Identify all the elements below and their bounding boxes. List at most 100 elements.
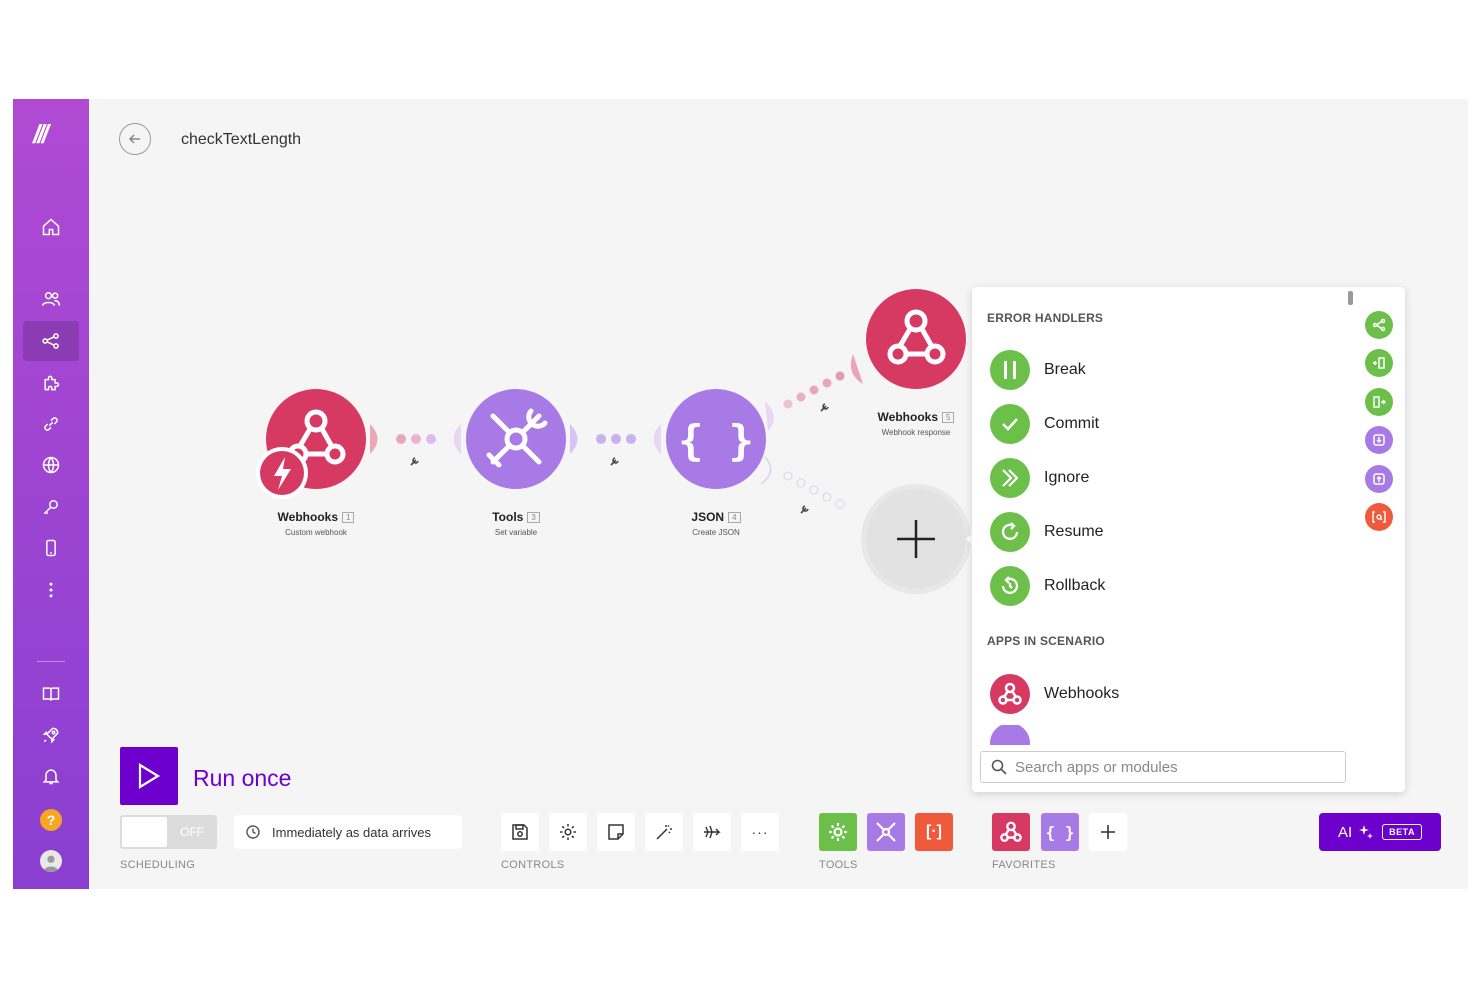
module-label: Tools 3 [436, 510, 596, 524]
module-number: 3 [527, 512, 540, 524]
app-webhooks[interactable]: Webhooks [990, 674, 1330, 714]
panel-scrollbar[interactable] [1348, 291, 1353, 305]
connector-handle-1 [370, 424, 378, 454]
clock-icon [246, 825, 260, 839]
connector-handle-4 [653, 424, 661, 454]
magic-wand-icon [656, 824, 672, 840]
connector-dot [783, 471, 793, 481]
module-number: 1 [342, 512, 355, 524]
favorite-json-button[interactable]: { } [1041, 813, 1079, 851]
connector-dot [396, 434, 406, 444]
module-picker-panel: ERROR HANDLERS Break Commit Ignore Resum… [972, 287, 1405, 792]
connector-dot [796, 392, 806, 402]
handler-label: Rollback [1044, 577, 1106, 594]
import-icon[interactable] [1365, 426, 1393, 454]
module-name: JSON [691, 510, 725, 524]
text-parser-icon[interactable] [1365, 503, 1393, 531]
module-subtitle: Custom webhook [285, 528, 347, 537]
insert-right-icon[interactable] [1365, 388, 1393, 416]
pause-icon [990, 350, 1030, 390]
webhook-icon [1000, 821, 1022, 842]
search-input[interactable] [1015, 758, 1315, 776]
handler-label: Commit [1044, 415, 1100, 432]
module-webhooks-1[interactable] [256, 389, 366, 499]
wrench-icon[interactable] [800, 505, 809, 514]
connector-dot [835, 499, 845, 509]
run-once-label[interactable]: Run once [193, 765, 291, 792]
handler-ignore[interactable]: Ignore [990, 458, 1330, 498]
undo-icon [990, 566, 1030, 606]
brackets-icon: [·] [926, 823, 942, 840]
notes-button[interactable] [597, 813, 635, 851]
connector-dot [822, 378, 832, 388]
explain-flow-button[interactable] [693, 813, 731, 851]
connector-dot [611, 434, 621, 444]
airplane-icon [704, 825, 721, 839]
braces-icon [990, 725, 1030, 745]
settings-button[interactable] [549, 813, 587, 851]
connector-dot [796, 478, 806, 488]
app-label: Webhooks [1044, 685, 1120, 702]
flow-control-button[interactable] [819, 813, 857, 851]
connector-handle-2 [453, 424, 461, 454]
scheduling-caption: SCHEDULING [120, 859, 196, 871]
tools-caption: TOOLS [819, 859, 858, 871]
module-number: 5 [942, 412, 955, 424]
module-subtitle: Create JSON [692, 528, 740, 537]
connector-dot [835, 371, 845, 381]
connector-handle-7 [760, 456, 772, 485]
schedule-setting[interactable]: Immediately as data arrives [234, 815, 462, 849]
double-chevron-right-icon [990, 458, 1030, 498]
run-once-button[interactable] [120, 747, 178, 805]
tools-button[interactable] [867, 813, 905, 851]
insert-left-icon[interactable] [1365, 349, 1393, 377]
handler-rollback[interactable]: Rollback [990, 566, 1330, 606]
module-webhooks-5[interactable] [866, 289, 966, 389]
handler-commit[interactable]: Commit [990, 404, 1330, 444]
connector-dot [822, 492, 832, 502]
handler-break[interactable]: Break [990, 350, 1330, 390]
connector-dot [411, 434, 421, 444]
gear-icon [829, 823, 847, 841]
webhook-icon [990, 674, 1030, 714]
export-icon[interactable] [1365, 465, 1393, 493]
more-options-button[interactable]: ··· [741, 813, 779, 851]
module-subtitle: Set variable [494, 528, 538, 537]
connector-dot [809, 485, 819, 495]
module-tools-3[interactable] [466, 389, 566, 489]
add-favorite-button[interactable] [1089, 813, 1127, 851]
app-json-partial[interactable] [990, 725, 1330, 745]
controls-caption: CONTROLS [501, 859, 565, 871]
check-icon [990, 404, 1030, 444]
error-handlers-heading: ERROR HANDLERS [987, 311, 1104, 325]
wrench-icon[interactable] [410, 457, 419, 466]
app-window: /// ? checkTextLength {} Webhooks 1 Cus… [13, 99, 1468, 889]
connector-dot [596, 434, 606, 444]
module-search-box[interactable] [980, 751, 1346, 783]
add-module-button[interactable] [861, 484, 973, 594]
toggle-knob [122, 817, 167, 847]
module-json-4[interactable]: { } [666, 389, 766, 489]
gear-icon [560, 824, 576, 840]
favorites-caption: FAVORITES [992, 859, 1056, 871]
beta-badge: BETA [1382, 824, 1423, 840]
wrench-icon[interactable] [820, 403, 829, 412]
connector-dot [783, 399, 793, 409]
ai-assistant-button[interactable]: AI BETA [1319, 813, 1441, 851]
search-icon [991, 759, 1007, 775]
wrench-icon[interactable] [610, 457, 619, 466]
branch-icon[interactable] [1365, 311, 1393, 339]
auto-align-button[interactable] [645, 813, 683, 851]
handler-resume[interactable]: Resume [990, 512, 1330, 552]
connector-dot [426, 434, 436, 444]
favorite-webhooks-button[interactable] [992, 813, 1030, 851]
save-button[interactable] [501, 813, 539, 851]
scheduling-toggle[interactable]: OFF [120, 815, 217, 849]
ai-label: AI [1337, 823, 1353, 841]
module-name: Tools [492, 510, 524, 524]
text-parser-button[interactable]: [·] [915, 813, 953, 851]
module-number: 4 [728, 512, 741, 524]
connector-handle-5 [765, 401, 774, 431]
redo-icon [990, 512, 1030, 552]
plus-icon [1101, 825, 1115, 839]
